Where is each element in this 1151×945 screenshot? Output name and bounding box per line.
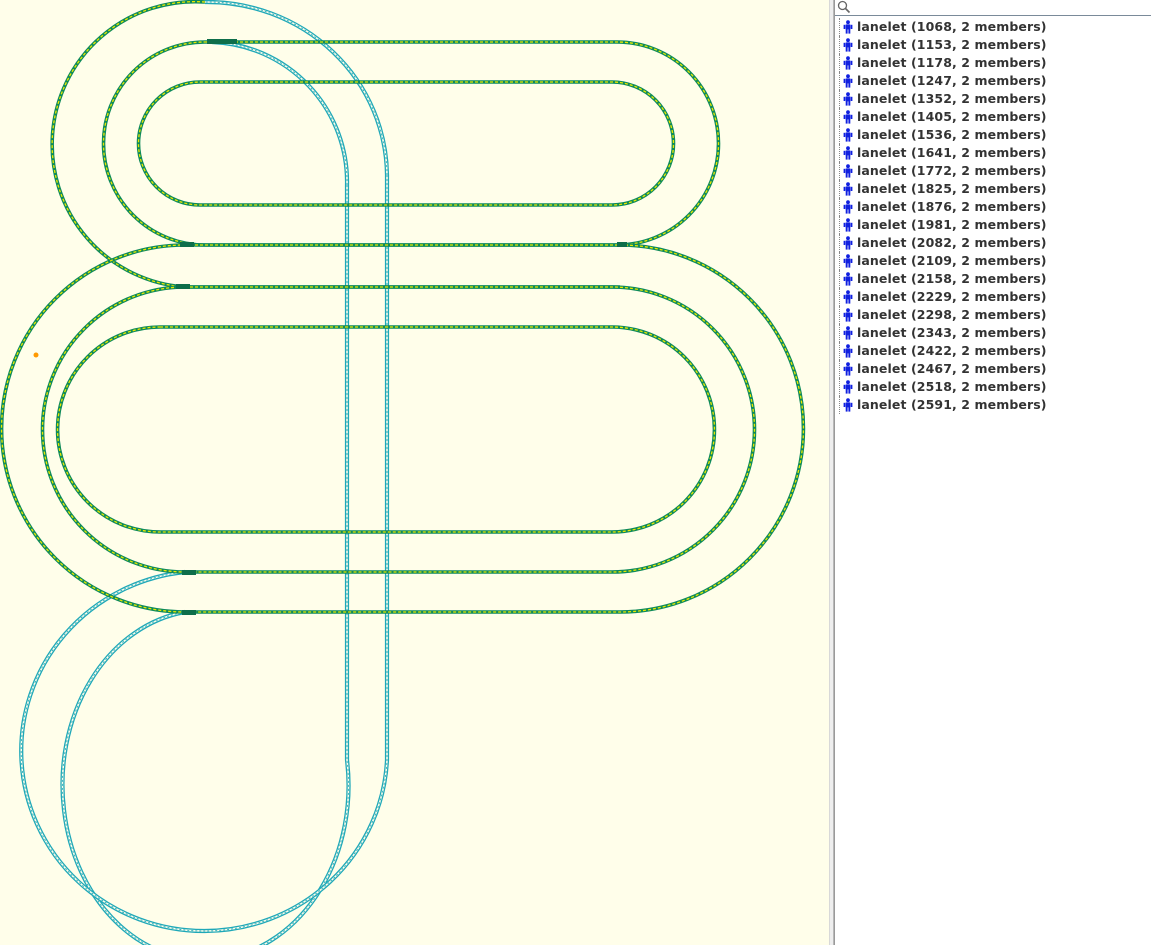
- relation-icon: [843, 74, 853, 88]
- relation-label: lanelet (2518, 2 members): [857, 379, 1047, 394]
- relation-list-item[interactable]: lanelet (2518, 2 members): [835, 378, 1151, 396]
- relation-label: lanelet (1641, 2 members): [857, 145, 1047, 160]
- relation-label: lanelet (1772, 2 members): [857, 163, 1047, 178]
- relation-label: lanelet (2422, 2 members): [857, 343, 1047, 358]
- search-bar: [835, 0, 1151, 16]
- relation-label: lanelet (1178, 2 members): [857, 55, 1047, 70]
- relation-list-item[interactable]: lanelet (1352, 2 members): [835, 90, 1151, 108]
- relation-label: lanelet (1876, 2 members): [857, 199, 1047, 214]
- relation-icon: [843, 146, 853, 160]
- relation-icon: [843, 254, 853, 268]
- relation-list-item[interactable]: lanelet (1068, 2 members): [835, 18, 1151, 36]
- relation-icon: [843, 218, 853, 232]
- relation-label: lanelet (1352, 2 members): [857, 91, 1047, 106]
- relation-label: lanelet (2082, 2 members): [857, 235, 1047, 250]
- relation-list-item[interactable]: lanelet (1153, 2 members): [835, 36, 1151, 54]
- relation-list-item[interactable]: lanelet (2229, 2 members): [835, 288, 1151, 306]
- search-input[interactable]: [853, 0, 1148, 14]
- relation-list-item[interactable]: lanelet (2467, 2 members): [835, 360, 1151, 378]
- relation-icon: [843, 56, 853, 70]
- relation-icon: [843, 110, 853, 124]
- relation-list-item[interactable]: lanelet (2343, 2 members): [835, 324, 1151, 342]
- lower-track-middle[interactable]: [40, 285, 757, 574]
- relation-list-panel: lanelet (1068, 2 members) lanelet (1153, …: [834, 0, 1151, 945]
- relation-icon: [843, 290, 853, 304]
- connector-arc-outer[interactable]: [204, 0, 390, 176]
- relation-list-item[interactable]: lanelet (1876, 2 members): [835, 198, 1151, 216]
- relation-list-item[interactable]: lanelet (1405, 2 members): [835, 108, 1151, 126]
- relation-label: lanelet (2591, 2 members): [857, 397, 1047, 412]
- relation-list-item[interactable]: lanelet (1772, 2 members): [835, 162, 1151, 180]
- relation-list-item[interactable]: lanelet (1178, 2 members): [835, 54, 1151, 72]
- relation-icon: [843, 344, 853, 358]
- relation-list-item[interactable]: lanelet (1641, 2 members): [835, 144, 1151, 162]
- relation-label: lanelet (1825, 2 members): [857, 181, 1047, 196]
- relation-icon: [843, 380, 853, 394]
- relation-icon: [843, 308, 853, 322]
- relation-label: lanelet (2467, 2 members): [857, 361, 1047, 376]
- connector-arc-inner[interactable]: [211, 39, 350, 186]
- connector-track-left[interactable]: [60, 185, 351, 945]
- relation-label: lanelet (1068, 2 members): [857, 19, 1047, 34]
- map-view[interactable]: [0, 0, 829, 945]
- relation-list-item[interactable]: lanelet (1981, 2 members): [835, 216, 1151, 234]
- relation-label: lanelet (1981, 2 members): [857, 217, 1047, 232]
- relation-icon: [843, 164, 853, 178]
- relation-label: lanelet (1536, 2 members): [857, 127, 1047, 142]
- relation-label: lanelet (2158, 2 members): [857, 271, 1047, 286]
- relation-label: lanelet (1405, 2 members): [857, 109, 1047, 124]
- relation-label: lanelet (2343, 2 members): [857, 325, 1047, 340]
- relation-label: lanelet (2229, 2 members): [857, 289, 1047, 304]
- relation-icon: [843, 362, 853, 376]
- relation-list-item[interactable]: lanelet (1247, 2 members): [835, 72, 1151, 90]
- relation-label: lanelet (1247, 2 members): [857, 73, 1047, 88]
- relation-list-item[interactable]: lanelet (2109, 2 members): [835, 252, 1151, 270]
- relation-icon: [843, 182, 853, 196]
- relation-list: lanelet (1068, 2 members) lanelet (1153, …: [835, 18, 1151, 414]
- relation-list-item[interactable]: lanelet (2591, 2 members): [835, 396, 1151, 414]
- upper-track-inner[interactable]: [136, 80, 676, 207]
- relation-list-item[interactable]: lanelet (2158, 2 members): [835, 270, 1151, 288]
- relation-list-item[interactable]: lanelet (2422, 2 members): [835, 342, 1151, 360]
- relation-icon: [843, 326, 853, 340]
- lanelet-map-canvas[interactable]: [0, 0, 829, 945]
- relation-list-item[interactable]: lanelet (1825, 2 members): [835, 180, 1151, 198]
- search-icon: [837, 0, 851, 14]
- upper-track-middle[interactable]: [101, 40, 721, 247]
- relation-label: lanelet (1153, 2 members): [857, 37, 1047, 52]
- relation-icon: [843, 236, 853, 250]
- relation-list-item[interactable]: lanelet (1536, 2 members): [835, 126, 1151, 144]
- relation-list-item[interactable]: lanelet (2082, 2 members): [835, 234, 1151, 252]
- lanelet-tracks: [0, 0, 806, 945]
- relation-icon: [843, 20, 853, 34]
- relation-icon: [843, 92, 853, 106]
- relation-label: lanelet (2298, 2 members): [857, 307, 1047, 322]
- relation-icon: [843, 200, 853, 214]
- relation-label: lanelet (2109, 2 members): [857, 253, 1047, 268]
- relation-icon: [843, 398, 853, 412]
- relation-icon: [843, 272, 853, 286]
- relation-list-item[interactable]: lanelet (2298, 2 members): [835, 306, 1151, 324]
- relation-icon: [843, 128, 853, 142]
- relation-icon: [843, 38, 853, 52]
